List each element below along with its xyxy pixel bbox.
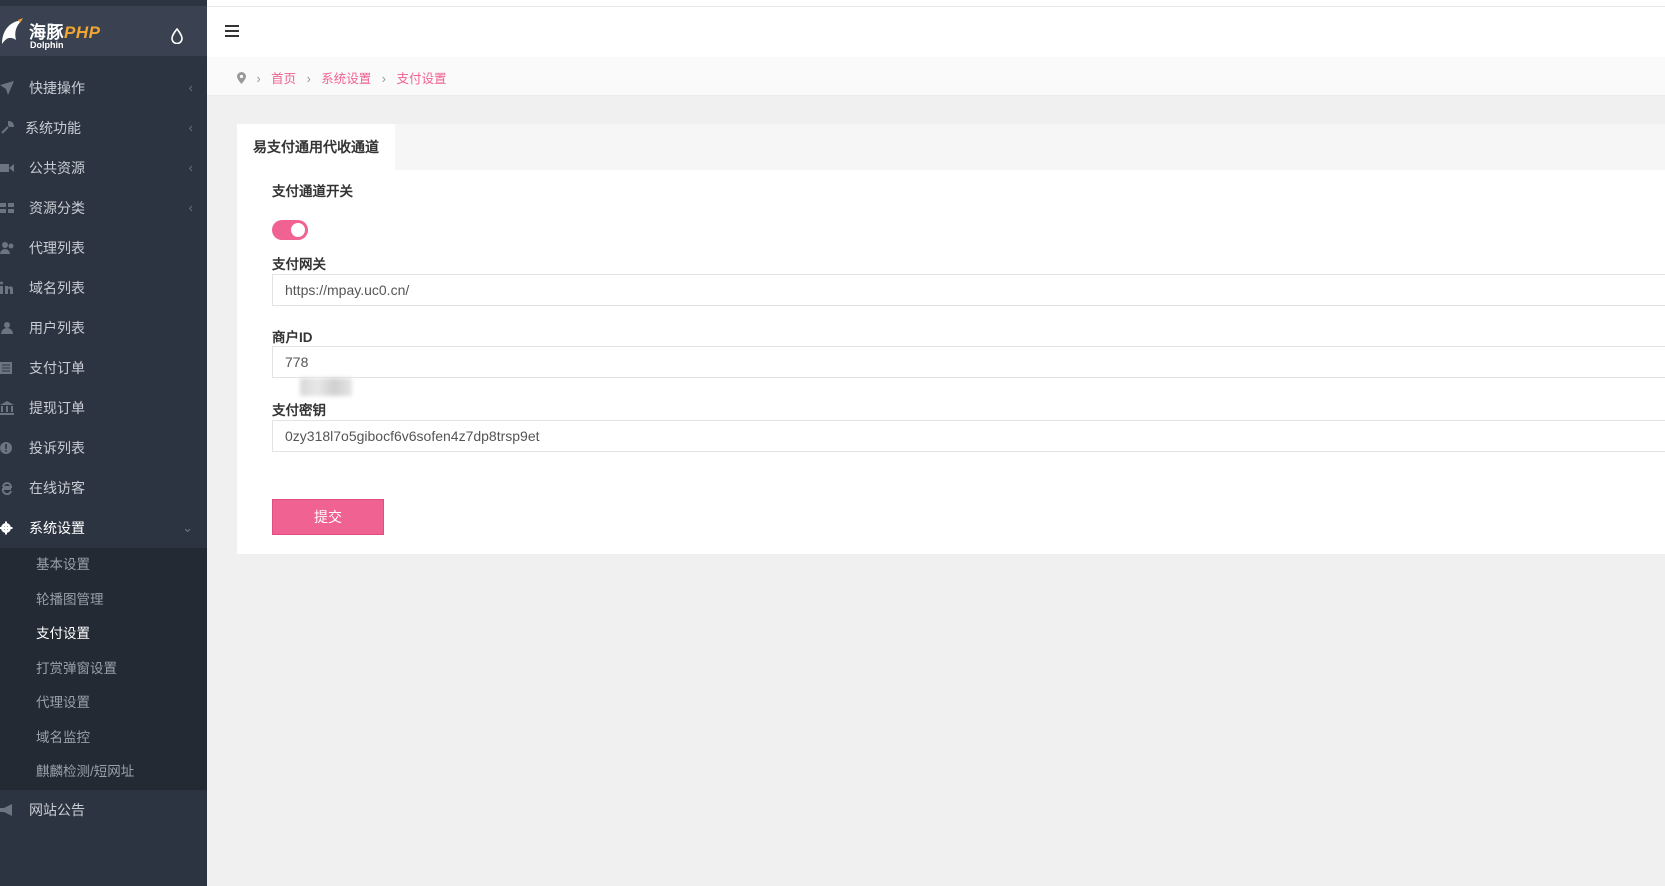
- gateway-input[interactable]: [272, 274, 1665, 306]
- sidebar-item-system-settings[interactable]: 系统设置 ⌄: [0, 508, 207, 548]
- sidebar-item-withdraw-orders[interactable]: 提现订单: [0, 388, 207, 428]
- user-icon: [1, 322, 13, 334]
- sidebar-item-users[interactable]: 用户列表: [0, 308, 207, 348]
- sidebar-item-label: 系统设置: [29, 520, 85, 536]
- breadcrumb-separator: ›: [306, 72, 311, 86]
- submenu-item-qilin-shortlink[interactable]: 麒麟检测/短网址: [0, 755, 207, 790]
- logo-bar: 海豚PHP Dolphin: [0, 6, 207, 56]
- submenu-item-payment-settings[interactable]: 支付设置: [0, 617, 207, 652]
- sidebar-item-complaints[interactable]: 投诉列表: [0, 428, 207, 468]
- breadcrumb: › 首页 › 系统设置 › 支付设置: [237, 68, 446, 87]
- sidebar-menu: 快捷操作 ‹ 系统功能 ‹ 公共资源 ‹ 资源分类 ‹ 代理列表 域名列表 用户…: [0, 68, 207, 830]
- submenu-item-basic-settings[interactable]: 基本设置: [0, 548, 207, 583]
- sidebar-item-online-visitors[interactable]: 在线访客: [0, 468, 207, 508]
- sidebar-item-domains[interactable]: 域名列表: [0, 268, 207, 308]
- sidebar-item-label: 投诉列表: [29, 440, 85, 456]
- merchant-id-label: 商户ID: [272, 330, 313, 345]
- chevron-left-icon: ‹: [188, 120, 193, 135]
- submenu-item-carousel[interactable]: 轮播图管理: [0, 583, 207, 618]
- brand-suffix: PHP: [64, 23, 101, 42]
- sidebar-item-label: 用户列表: [29, 320, 85, 336]
- sidebar-item-agents[interactable]: 代理列表: [0, 228, 207, 268]
- toggle-knob: [291, 223, 305, 237]
- secret-key-input[interactable]: [272, 420, 1665, 452]
- sidebar-item-label: 提现订单: [29, 400, 85, 416]
- wrench-icon: [1, 121, 14, 134]
- brand-subtitle: Dolphin: [30, 40, 64, 50]
- sidebar-item-label: 快捷操作: [29, 80, 85, 96]
- droplet-icon[interactable]: [170, 28, 184, 44]
- sidebar-item-public-resources[interactable]: 公共资源 ‹: [0, 148, 207, 188]
- map-marker-icon: [237, 72, 246, 84]
- submenu-item-tip-popup[interactable]: 打赏弹窗设置: [0, 652, 207, 687]
- top-header: [207, 6, 1665, 57]
- ie-browser-icon: [1, 482, 13, 495]
- breadcrumb-separator: ›: [381, 72, 386, 86]
- breadcrumb-payment-settings[interactable]: 支付设置: [396, 72, 446, 86]
- breadcrumb-home[interactable]: 首页: [271, 72, 296, 86]
- card-tab-bar: 易支付通用代收通道: [237, 124, 1665, 170]
- chevron-left-icon: ‹: [188, 80, 193, 95]
- chevron-left-icon: ‹: [188, 200, 193, 215]
- switch-label: 支付通道开关: [272, 184, 353, 199]
- info-circle-icon: [0, 442, 12, 454]
- sidebar-item-payment-orders[interactable]: 支付订单: [0, 348, 207, 388]
- settings-card: 易支付通用代收通道 支付通道开关 支付网关 商户ID 支付密钥 提交: [237, 124, 1665, 554]
- breadcrumb-bar: › 首页 › 系统设置 › 支付设置: [207, 57, 1665, 96]
- secret-label: 支付密钥: [272, 403, 326, 418]
- sidebar-item-label: 资源分类: [29, 200, 85, 216]
- tab-epay-channel[interactable]: 易支付通用代收通道: [237, 124, 395, 170]
- grid-icon: [0, 203, 14, 213]
- sidebar-item-label: 代理列表: [29, 240, 85, 256]
- breadcrumb-system-settings[interactable]: 系统设置: [321, 72, 371, 86]
- submenu-item-agent-settings[interactable]: 代理设置: [0, 686, 207, 721]
- sidebar-item-label: 系统功能: [25, 120, 81, 136]
- sidebar: 海豚PHP Dolphin 快捷操作 ‹ 系统功能 ‹ 公共资源 ‹ 资源分类 …: [0, 0, 207, 886]
- sidebar-item-label: 在线访客: [29, 480, 85, 496]
- sidebar-item-label: 支付订单: [29, 360, 85, 376]
- bank-icon: [0, 401, 14, 415]
- sidebar-item-announcements[interactable]: 网站公告: [0, 790, 207, 830]
- sidebar-item-quick-actions[interactable]: 快捷操作 ‹: [0, 68, 207, 108]
- chevron-down-icon: ⌄: [182, 520, 193, 535]
- video-camera-icon: [0, 164, 14, 172]
- submenu-item-domain-monitor[interactable]: 域名监控: [0, 721, 207, 756]
- sidebar-item-system-functions[interactable]: 系统功能 ‹: [0, 108, 207, 148]
- hamburger-icon[interactable]: [225, 25, 239, 37]
- dolphin-logo-icon: [2, 18, 23, 44]
- bullhorn-icon: [0, 803, 12, 816]
- payment-channel-toggle[interactable]: [272, 220, 308, 240]
- list-icon: [0, 362, 12, 374]
- chevron-left-icon: ‹: [188, 160, 193, 175]
- sidebar-item-resource-categories[interactable]: 资源分类 ‹: [0, 188, 207, 228]
- sidebar-item-label: 域名列表: [29, 280, 85, 296]
- gateway-label: 支付网关: [272, 257, 326, 272]
- merchant-id-input[interactable]: [272, 346, 1665, 378]
- system-settings-submenu: 基本设置 轮播图管理 支付设置 打赏弹窗设置 代理设置 域名监控 麒麟检测/短网…: [0, 548, 207, 790]
- breadcrumb-separator: ›: [256, 72, 261, 86]
- redaction-blur: [300, 378, 352, 396]
- sidebar-item-label: 网站公告: [29, 801, 85, 818]
- users-icon: [0, 242, 14, 254]
- linkedin-icon: [0, 281, 13, 294]
- send-icon: [0, 81, 14, 95]
- sidebar-item-label: 公共资源: [29, 160, 85, 176]
- gear-icon: [0, 521, 13, 535]
- submit-button[interactable]: 提交: [272, 499, 384, 535]
